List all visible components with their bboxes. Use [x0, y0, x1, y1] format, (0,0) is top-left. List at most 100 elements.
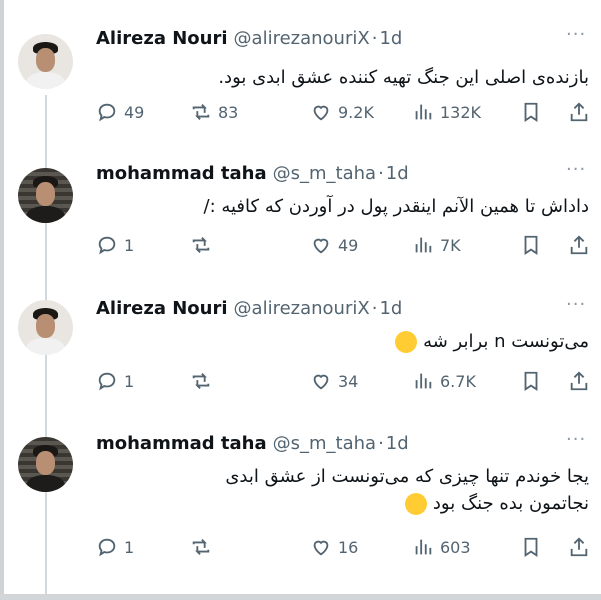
action-bar: 1 34 6.7K [4, 369, 601, 393]
repost-icon [192, 104, 210, 120]
reply-button[interactable]: 49 [96, 100, 144, 124]
separator-dot: · [371, 298, 378, 319]
avatar[interactable] [18, 300, 73, 355]
share-button[interactable] [568, 233, 590, 257]
views-button[interactable]: 603 [412, 535, 471, 559]
like-icon [313, 540, 329, 556]
like-button[interactable]: 16 [310, 535, 358, 559]
separator-dot: · [378, 433, 384, 454]
author-handle[interactable]: @s_m_taha [273, 433, 376, 454]
views-button[interactable]: 132K [412, 100, 481, 124]
share-button[interactable] [568, 535, 590, 559]
like-icon [313, 374, 329, 390]
tweet-header: mohammad taha @s_m_taha · 1d [96, 433, 409, 454]
more-icon[interactable]: ··· [566, 24, 586, 45]
separator-dot: · [371, 28, 378, 49]
share-icon [570, 102, 588, 122]
more-icon[interactable]: ··· [566, 159, 586, 180]
share-icon [570, 537, 588, 557]
views-icon [415, 237, 432, 253]
reply-count: 1 [124, 371, 135, 391]
like-count: 34 [338, 371, 359, 391]
like-count: 49 [338, 235, 359, 255]
views-count: 132K [440, 102, 482, 122]
reply-button[interactable]: 1 [96, 369, 134, 393]
tweet-text: داداش تا همین الآنم اینقدر پول در آوردن … [99, 193, 590, 220]
avatar[interactable] [18, 168, 73, 223]
views-count: 6.7K [440, 371, 476, 391]
reply-icon [98, 103, 116, 122]
repost-icon [192, 237, 210, 253]
author-handle[interactable]: @alirezanouriX [234, 298, 370, 319]
views-icon [415, 373, 432, 389]
views-icon [415, 104, 432, 120]
repost-button[interactable] [190, 233, 218, 257]
share-button[interactable] [568, 100, 590, 124]
like-button[interactable]: 34 [310, 369, 358, 393]
author-name[interactable]: mohammad taha [96, 163, 267, 184]
more-icon[interactable]: ··· [566, 429, 586, 450]
repost-icon [192, 373, 210, 389]
reply-button[interactable]: 1 [96, 233, 134, 257]
reply-icon [98, 538, 116, 557]
action-bar: 1 49 7K [4, 233, 601, 257]
reply-icon [98, 372, 116, 391]
tweet-text-content: نجاتمون بده جنگ بود [432, 493, 589, 514]
tweet-text: می‌تونست n برابر شه [99, 328, 589, 355]
reply-count: 49 [124, 102, 145, 122]
laughing-emoji [405, 493, 428, 515]
tweet-header: mohammad taha @s_m_taha · 1d [96, 163, 409, 184]
avatar[interactable] [18, 437, 73, 492]
tweet-header: Alireza Nouri @alirezanouriX · 1d [96, 28, 402, 49]
tweet-text-line: بازنده‌ی اصلی این جنگ تهیه کننده عشق ابد… [218, 67, 589, 88]
author-handle[interactable]: @s_m_taha [273, 163, 376, 184]
timestamp[interactable]: 1d [379, 28, 402, 49]
views-button[interactable]: 7K [412, 233, 461, 257]
views-count: 7K [440, 235, 461, 255]
share-icon [570, 235, 588, 255]
bookmark-button[interactable] [520, 369, 542, 393]
tweet-header: Alireza Nouri @alirezanouriX · 1d [96, 298, 402, 319]
like-button[interactable]: 9.2K [310, 100, 374, 124]
views-icon [415, 539, 432, 555]
reply-icon [98, 236, 116, 255]
tweet-text-line: نجاتمون بده جنگ بود [99, 490, 589, 517]
frame-border-left [0, 0, 4, 600]
author-name[interactable]: Alireza Nouri [96, 28, 228, 49]
like-count: 16 [338, 537, 359, 557]
repost-button[interactable] [190, 369, 218, 393]
repost-count: 83 [218, 102, 239, 122]
more-icon[interactable]: ··· [566, 294, 586, 315]
author-handle[interactable]: @alirezanouriX [234, 28, 370, 49]
tweet-text-line: داداش تا همین الآنم اینقدر پول در آوردن … [203, 196, 590, 217]
bookmark-button[interactable] [520, 100, 542, 124]
views-count: 603 [440, 537, 471, 557]
timestamp[interactable]: 1d [386, 163, 409, 184]
repost-button[interactable] [190, 535, 218, 559]
timestamp[interactable]: 1d [386, 433, 409, 454]
like-icon [313, 238, 329, 254]
share-button[interactable] [568, 369, 590, 393]
frame-border-bottom [0, 594, 601, 600]
reply-button[interactable]: 1 [96, 535, 134, 559]
repost-icon [192, 539, 210, 555]
reply-count: 1 [124, 235, 135, 255]
views-button[interactable]: 6.7K [412, 369, 476, 393]
bookmark-icon [524, 371, 538, 391]
tweet-text-line: یجا خوندم تنها چیزی که می‌تونست از عشق ا… [225, 466, 589, 487]
bookmark-button[interactable] [520, 535, 542, 559]
bookmark-icon [524, 235, 538, 255]
like-icon [313, 105, 329, 121]
action-bar: 1 16 603 [4, 535, 601, 559]
bookmark-icon [524, 102, 538, 122]
avatar[interactable] [18, 34, 73, 89]
share-icon [570, 371, 588, 391]
action-bar: 49 83 9.2K 132K [4, 100, 601, 124]
timestamp[interactable]: 1d [379, 298, 402, 319]
author-name[interactable]: Alireza Nouri [96, 298, 228, 319]
author-name[interactable]: mohammad taha [96, 433, 267, 454]
repost-button[interactable]: 83 [190, 100, 238, 124]
bookmark-button[interactable] [520, 233, 542, 257]
like-button[interactable]: 49 [310, 233, 358, 257]
like-count: 9.2K [338, 102, 374, 122]
